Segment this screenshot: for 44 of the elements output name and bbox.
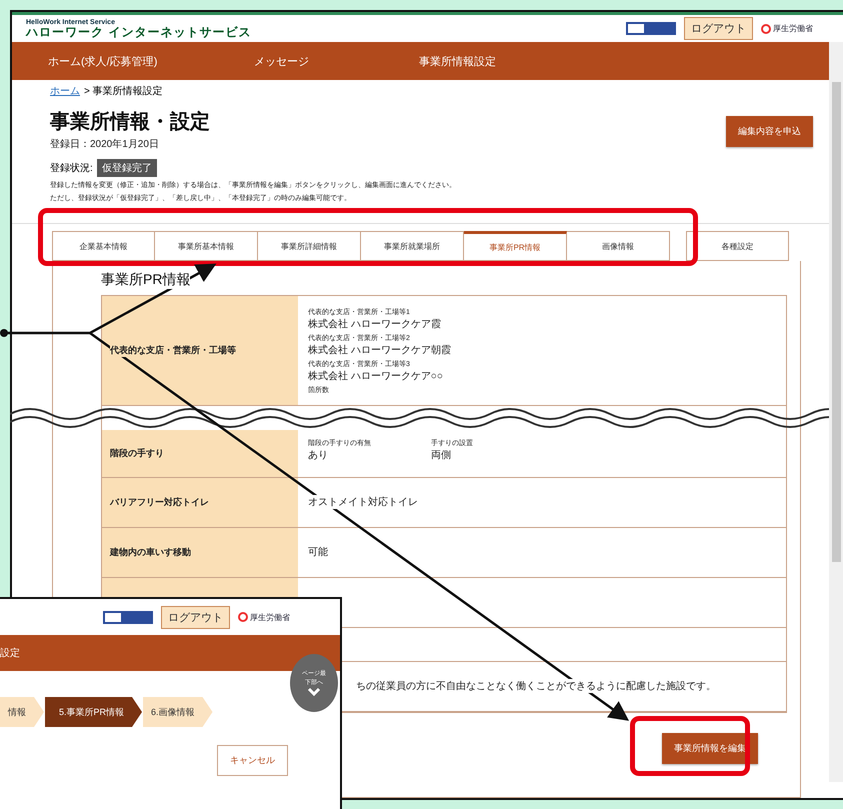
nav-item[interactable]: ホーム(求人/応募管理) <box>48 54 254 68</box>
status-badge: 仮登録完了 <box>96 159 157 177</box>
tab[interactable]: 事業所詳細情報 <box>258 231 361 261</box>
ministry-logo: 厚生労働省 <box>238 611 290 623</box>
chevron-down-icon <box>307 687 321 697</box>
step[interactable]: 5.事業所PR情報 <box>45 697 142 727</box>
tab[interactable]: 事業所基本情報 <box>155 231 258 261</box>
tab[interactable]: 各種設定 <box>686 231 789 261</box>
field-value: 株式会社 ハローワークケア○○ <box>308 368 443 382</box>
tab[interactable]: 企業基本情報 <box>52 231 155 261</box>
tab[interactable]: 画像情報 <box>567 231 670 261</box>
step[interactable]: 情報 <box>0 697 44 727</box>
row-label: 代表的な支店・営業所・工場等 <box>110 344 236 357</box>
scrollbar[interactable] <box>829 42 843 782</box>
nav-item[interactable]: 設定 <box>0 646 20 660</box>
logout-button[interactable]: ログアウト <box>684 17 753 40</box>
nav-item[interactable]: 事業所情報設定 <box>419 54 619 68</box>
accessibility-icon[interactable] <box>626 22 676 35</box>
field-value: 株式会社 ハローワークケア朝霞 <box>308 342 451 356</box>
row-label: 階段の手すり <box>110 447 164 460</box>
row-label: バリアフリー対応トイレ <box>110 496 209 509</box>
field-value: 株式会社 ハローワークケア霞 <box>308 316 441 330</box>
nav-item[interactable]: メッセージ <box>254 54 419 68</box>
field-value: あり <box>308 448 328 462</box>
breadcrumb-current: > 事業所情報設定 <box>84 84 163 98</box>
page-title: 事業所情報・設定 <box>50 110 210 135</box>
ministry-logo: 厚生労働省 <box>761 22 813 34</box>
site-logo[interactable]: ハローワーク インターネットサービス <box>26 26 252 38</box>
registered-date: 登録日：2020年1月20日 <box>50 138 160 151</box>
edit-button[interactable]: 事業所情報を編集 <box>662 733 758 764</box>
breadcrumb-link[interactable]: ホーム <box>50 84 80 98</box>
tab[interactable]: 事業所就業場所 <box>361 231 464 261</box>
field-value: オストメイト対応トイレ <box>308 494 418 508</box>
tab[interactable]: 事業所PR情報 <box>464 231 567 261</box>
row-label: 建物内の車いす移動 <box>110 546 191 559</box>
step[interactable]: 6.画像情報 <box>143 697 213 727</box>
accessibility-icon[interactable] <box>103 610 153 624</box>
status-label: 登録状況: <box>50 162 93 175</box>
logout-button[interactable]: ログアウト <box>161 606 230 628</box>
field-value: 両側 <box>431 448 451 462</box>
apply-button[interactable]: 編集内容を申込 <box>726 116 813 147</box>
field-value: 可能 <box>308 544 328 558</box>
cancel-button[interactable]: キャンセル <box>217 745 288 776</box>
section-title: 事業所PR情報 <box>101 271 190 289</box>
